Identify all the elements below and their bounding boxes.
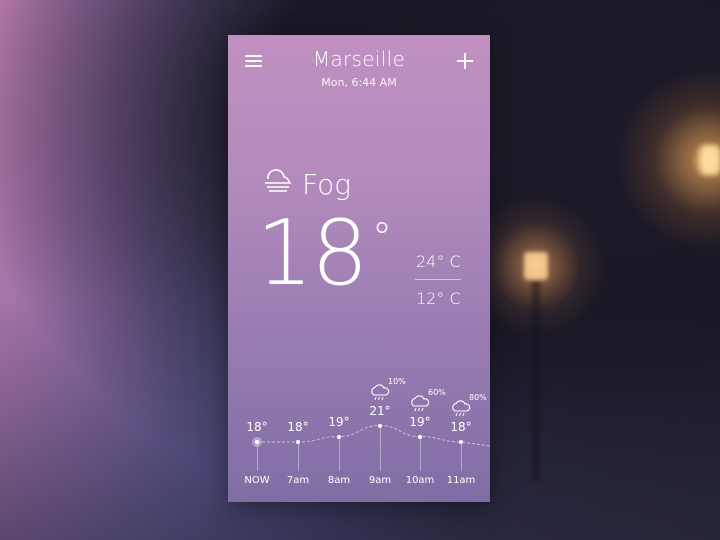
fog-icon [265, 169, 291, 192]
rain-cloud-icon [411, 394, 430, 411]
background-street-lamp [524, 252, 548, 280]
hourly-time-label: 11am [446, 475, 476, 486]
condition-label: Fog [302, 168, 352, 201]
rain-cloud-icon [371, 383, 390, 400]
hourly-stem [420, 438, 421, 471]
current-temperature: 18 [256, 201, 369, 306]
hourly-temp: 21° [369, 403, 391, 418]
hourly-point [378, 423, 382, 428]
hi-lo-divider [415, 279, 461, 280]
city-name: Marseille [312, 47, 406, 71]
hourly-temp: 18° [287, 420, 309, 434]
hourly-point [459, 440, 463, 444]
hourly-time-label: NOW [244, 475, 270, 486]
hourly-stem [257, 444, 258, 471]
hourly-point [418, 434, 422, 439]
date-time: Mon, 6:44 AM [321, 76, 397, 89]
rain-probability: 80% [469, 393, 487, 402]
hourly-stem [380, 427, 381, 471]
hourly-stem [461, 444, 462, 471]
hourly-point [296, 440, 300, 444]
hourly-time-label: 10am [405, 475, 435, 486]
hourly-stem [298, 444, 299, 471]
rain-probability: 10% [388, 376, 406, 386]
hourly-temp: 18° [246, 420, 268, 434]
hourly-time-label: 9am [368, 475, 392, 486]
weather-card: Marseille Mon, 6:44 AM Fog 18 ° 24° C 12… [228, 35, 490, 502]
high-temperature: 24° C [416, 252, 461, 271]
plus-icon[interactable] [455, 51, 475, 71]
hourly-time-label: 7am [286, 475, 310, 486]
rain-probability: 60% [428, 387, 446, 397]
background-lamp-post [532, 280, 540, 480]
hourly-temp: 19° [409, 414, 431, 429]
rain-cloud-icon [452, 400, 471, 417]
low-temperature: 12° C [416, 289, 461, 308]
hourly-time-label: 8am [327, 475, 351, 486]
hourly-stem [339, 438, 340, 471]
hourly-temp: 18° [450, 420, 472, 434]
background-street-lamp-2 [700, 145, 720, 175]
hourly-point [337, 434, 341, 439]
degree-symbol: ° [372, 215, 392, 261]
hourly-temp: 19° [328, 414, 350, 429]
now-indicator [252, 437, 262, 447]
